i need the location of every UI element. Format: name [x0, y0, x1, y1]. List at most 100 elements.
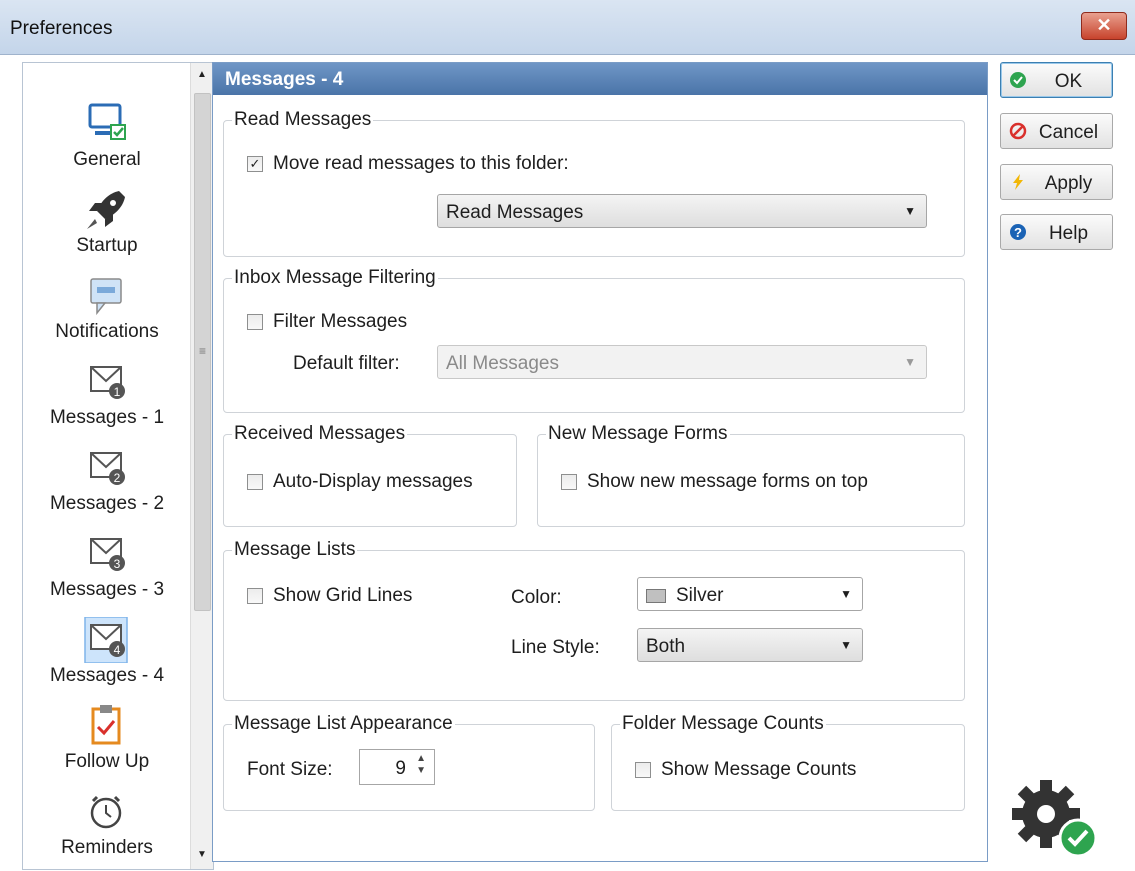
gear-check-icon	[1012, 780, 1098, 858]
checkbox-label: Move read messages to this folder:	[273, 153, 569, 174]
show-message-counts-checkbox[interactable]: Show Message Counts	[635, 759, 856, 781]
checkbox-label: Auto-Display messages	[273, 471, 473, 492]
envelope-2-icon: 2	[90, 452, 125, 485]
group-legend: Read Messages	[234, 109, 372, 130]
alarm-clock-icon	[90, 795, 122, 829]
checkbox-checked-icon: ✓	[247, 156, 263, 172]
dropdown-value: Silver	[646, 585, 724, 607]
inbox-filtering-group: Inbox Message Filtering	[223, 267, 965, 413]
font-size-label: Font Size:	[247, 759, 333, 780]
default-filter-label: Default filter:	[293, 353, 400, 374]
svg-text:2: 2	[114, 471, 121, 485]
dropdown-value: All Messages	[446, 353, 559, 374]
sidebar-item-general[interactable]: General	[23, 99, 191, 183]
sidebar-item-reminders[interactable]: Reminders	[23, 787, 191, 869]
group-legend: Received Messages	[234, 423, 406, 444]
show-forms-on-top-checkbox[interactable]: Show new message forms on top	[561, 471, 868, 493]
group-legend: Message List Appearance	[234, 713, 453, 734]
show-grid-lines-checkbox[interactable]: Show Grid Lines	[247, 585, 412, 607]
speech-bubble-icon	[90, 278, 122, 316]
button-label: Apply	[1044, 173, 1093, 194]
help-button[interactable]: ? Help	[1000, 214, 1113, 250]
scroll-down-icon[interactable]: ▼	[191, 843, 213, 867]
clipboard-check-icon	[91, 705, 121, 745]
sidebar-item-label: Notifications	[55, 321, 159, 342]
cancel-button[interactable]: Cancel	[1000, 113, 1113, 149]
move-read-messages-checkbox[interactable]: ✓ Move read messages to this folder:	[247, 153, 569, 175]
grip-icon: ≡	[198, 344, 206, 358]
auto-display-checkbox[interactable]: Auto-Display messages	[247, 471, 473, 493]
message-lists-group: Message Lists	[223, 539, 965, 701]
svg-text:4: 4	[114, 643, 121, 657]
svg-text:?: ?	[1014, 225, 1022, 240]
button-label: Cancel	[1038, 122, 1099, 143]
chevron-down-icon: ▼	[904, 204, 916, 218]
sidebar-item-label: Messages - 1	[49, 407, 165, 428]
sidebar-item-messages-2[interactable]: 2 Messages - 2	[23, 443, 191, 527]
sidebar-item-label: Startup	[76, 235, 138, 256]
color-label: Color:	[511, 587, 562, 608]
silver-swatch	[646, 588, 666, 603]
read-messages-group: Read Messages	[223, 109, 965, 257]
cancel-circle-icon	[1009, 122, 1027, 140]
font-size-stepper[interactable]: 9 ▲ ▼	[359, 749, 435, 785]
sidebar-item-messages-1[interactable]: 1 Messages - 1	[23, 357, 191, 441]
dropdown-value: Read Messages	[446, 202, 584, 223]
group-legend: Message Lists	[234, 539, 356, 560]
checkbox-unchecked-icon	[561, 474, 577, 490]
envelope-1-icon: 1	[90, 366, 125, 399]
sidebar-item-label: General	[73, 149, 141, 170]
check-circle-icon	[1010, 72, 1026, 88]
panel-header: Messages - 4	[213, 63, 987, 95]
scroll-thumb[interactable]: ≡	[194, 93, 211, 611]
svg-text:1: 1	[114, 385, 121, 399]
sidebar-item-label: Messages - 2	[49, 493, 165, 514]
checkbox-unchecked-icon	[247, 314, 263, 330]
monitor-check-icon	[88, 103, 126, 140]
checkbox-unchecked-icon	[247, 588, 263, 604]
dropdown-value: Both	[646, 636, 686, 657]
checkbox-unchecked-icon	[635, 762, 651, 778]
checkbox-label: Show Grid Lines	[273, 585, 413, 606]
checkbox-label: Show new message forms on top	[587, 471, 868, 492]
button-label: OK	[1054, 71, 1083, 92]
chevron-down-icon: ▼	[840, 587, 852, 601]
color-value: Silver	[676, 585, 724, 606]
color-dropdown[interactable]: Silver ▼	[637, 577, 863, 611]
button-label: Help	[1048, 223, 1089, 244]
panel-title: Messages - 4	[225, 69, 344, 90]
help-circle-icon: ?	[1010, 224, 1026, 240]
preferences-window: Preferences ✕ General Startup Notificati…	[0, 0, 1135, 871]
filter-messages-checkbox[interactable]: Filter Messages	[247, 311, 407, 333]
sidebar-item-label: Messages - 4	[49, 665, 165, 686]
sidebar-scrollbar[interactable]: ▲ ≡ ▼	[190, 63, 213, 869]
sidebar-item-startup[interactable]: Startup	[23, 185, 191, 269]
sidebar-item-messages-3[interactable]: 3 Messages - 3	[23, 529, 191, 613]
envelope-4-icon: 4	[84, 617, 128, 663]
checkbox-label: Show Message Counts	[661, 759, 857, 780]
group-legend: Folder Message Counts	[622, 713, 824, 734]
sidebar-item-follow-up[interactable]: Follow Up	[23, 701, 191, 785]
sidebar-item-notifications[interactable]: Notifications	[23, 271, 191, 355]
preferences-sidebar: General Startup Notifications 1 Messages…	[22, 62, 214, 870]
spin-arrows-icon[interactable]: ▲ ▼	[416, 753, 426, 777]
group-legend: Inbox Message Filtering	[234, 267, 436, 288]
close-button[interactable]: ✕	[1081, 12, 1127, 40]
window-title: Preferences	[10, 18, 113, 39]
group-legend: New Message Forms	[548, 423, 728, 444]
font-size-value: 9	[395, 758, 406, 779]
lightning-icon	[1013, 174, 1023, 190]
folder-dropdown[interactable]: Read Messages ▼	[437, 194, 927, 228]
sidebar-item-messages-4[interactable]: 4 Messages - 4	[23, 615, 191, 699]
default-filter-dropdown[interactable]: All Messages ▼	[437, 345, 927, 379]
line-style-label: Line Style:	[511, 637, 600, 658]
apply-button[interactable]: Apply	[1000, 164, 1113, 200]
checkbox-unchecked-icon	[247, 474, 263, 490]
line-style-dropdown[interactable]: Both ▼	[637, 628, 863, 662]
scroll-up-icon[interactable]: ▲	[191, 63, 213, 87]
chevron-down-icon: ▼	[840, 638, 852, 652]
svg-text:3: 3	[114, 557, 121, 571]
ok-button[interactable]: OK	[1000, 62, 1113, 98]
close-icon: ✕	[1096, 15, 1112, 35]
title-bar: Preferences ✕	[0, 0, 1135, 55]
